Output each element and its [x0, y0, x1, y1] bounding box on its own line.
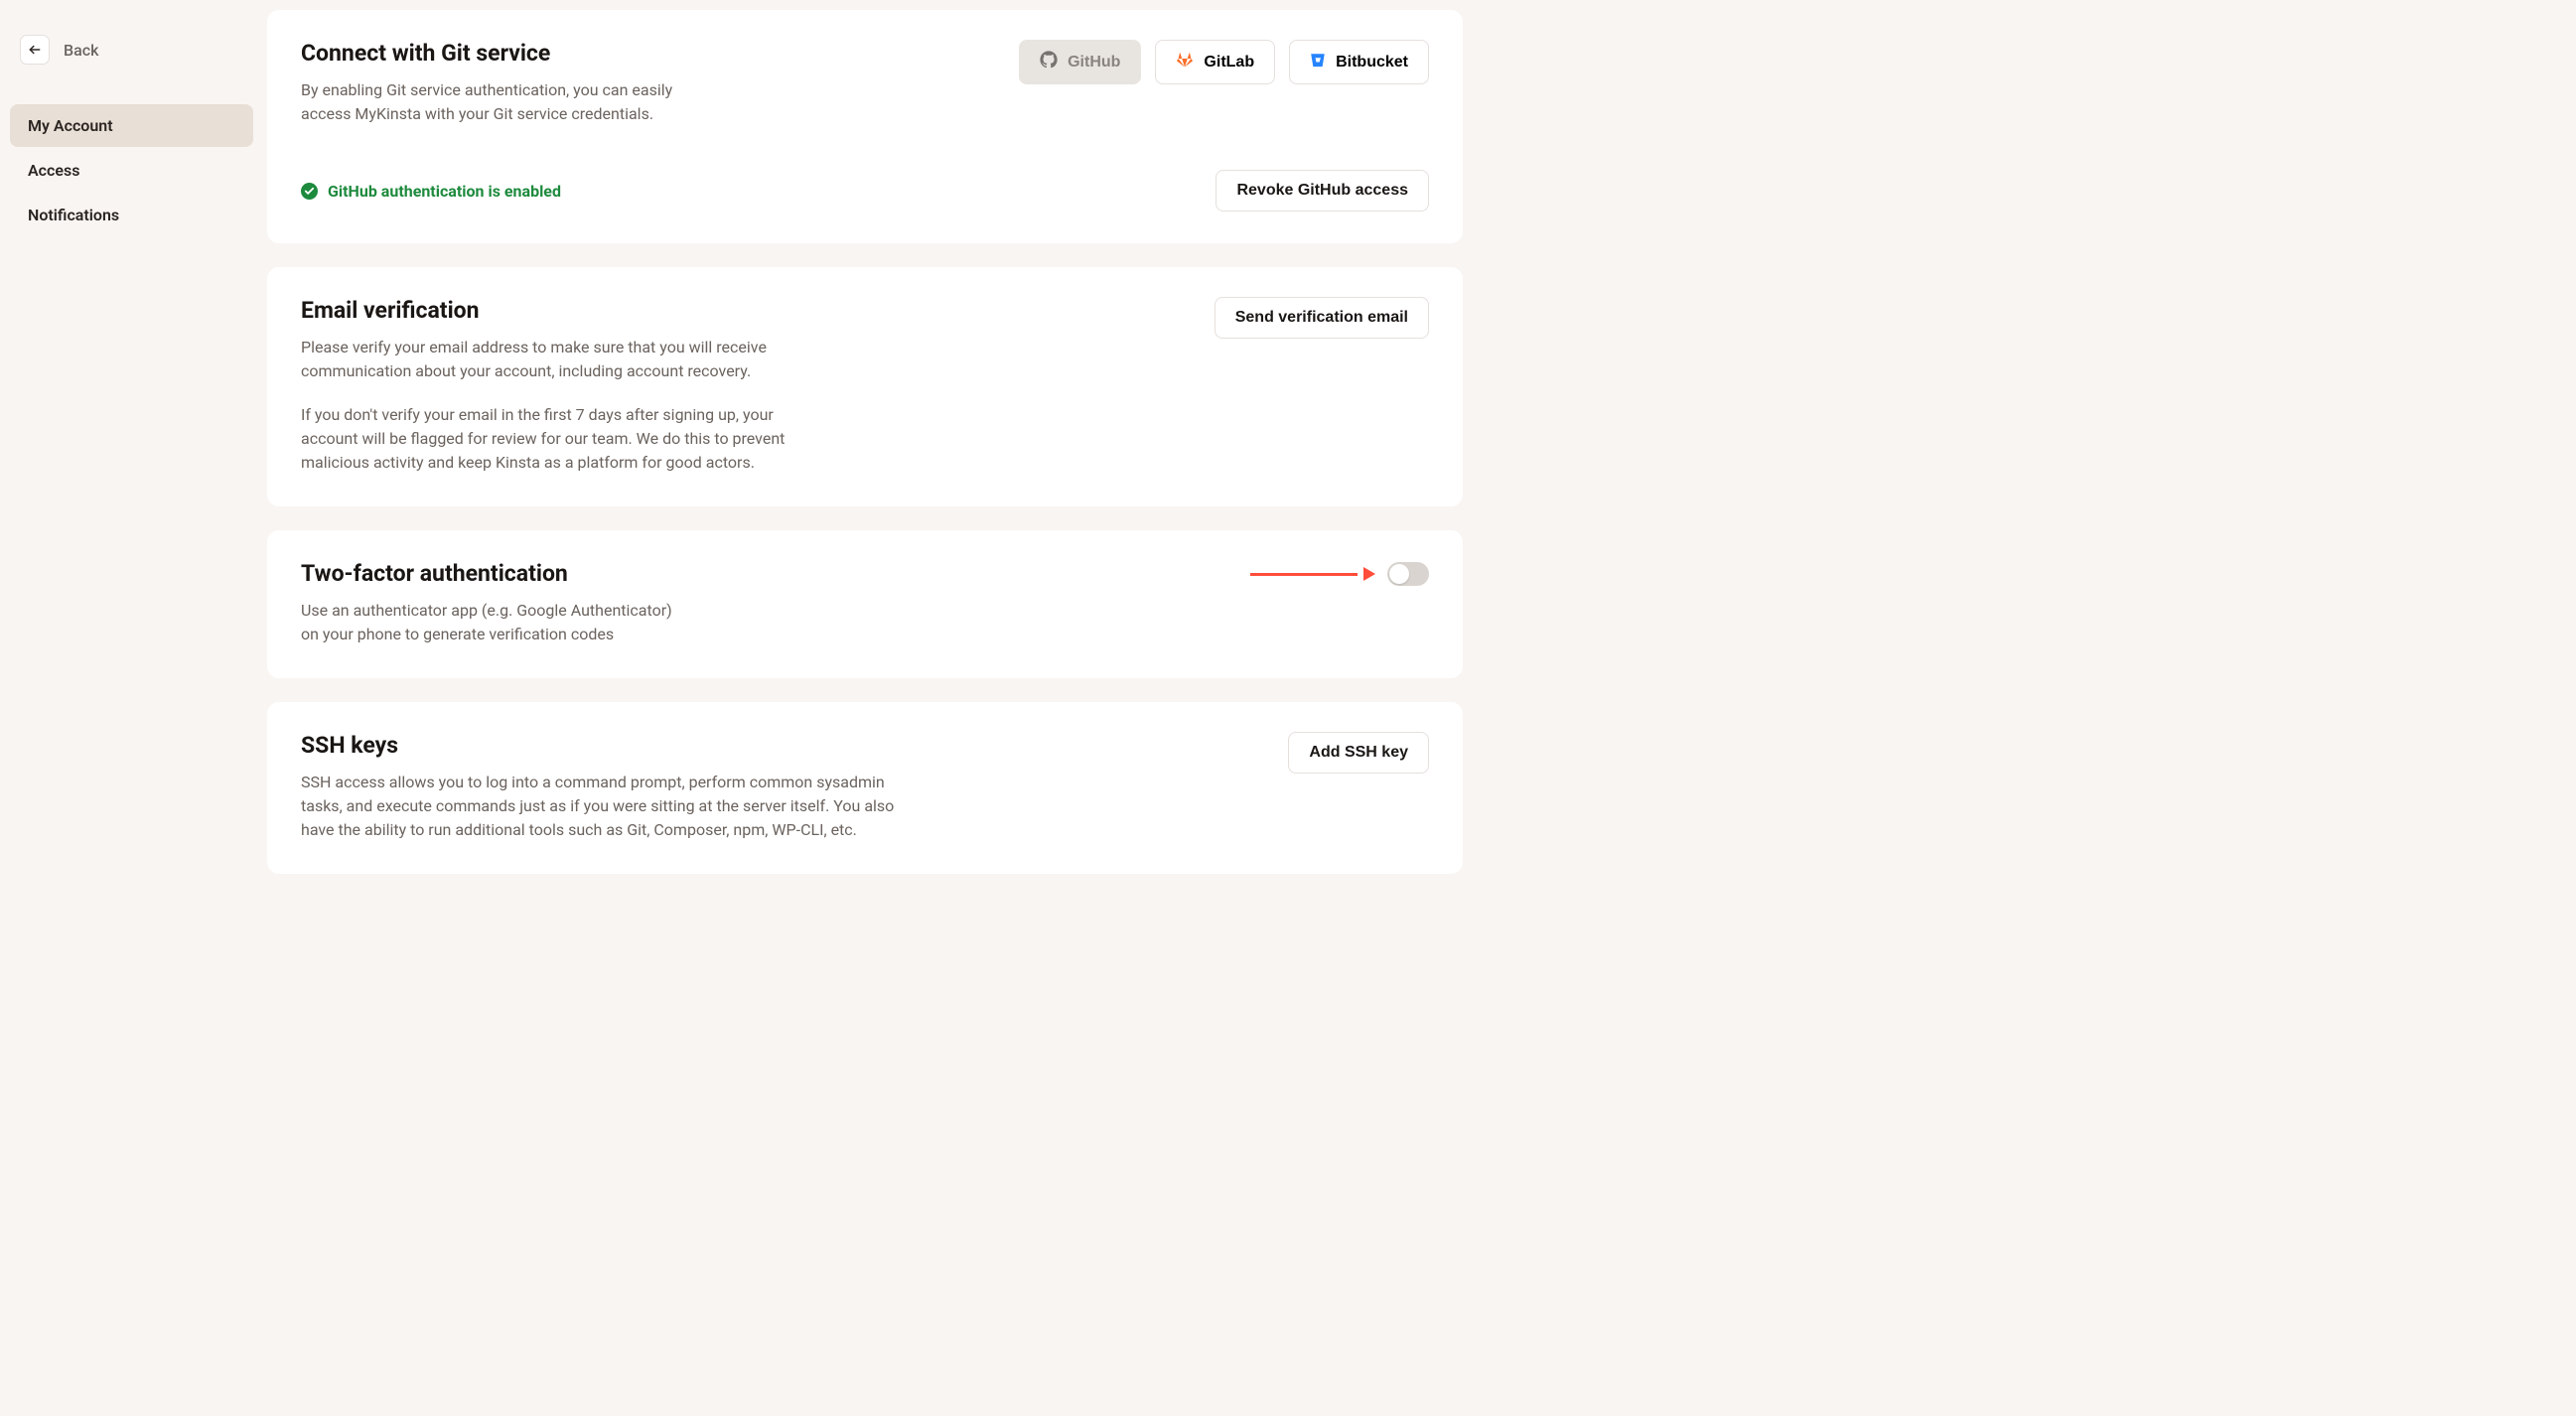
github-provider-button[interactable]: GitHub	[1019, 40, 1141, 84]
sidebar-item-access[interactable]: Access	[10, 149, 253, 192]
github-icon	[1040, 51, 1058, 73]
add-ssh-key-button[interactable]: Add SSH key	[1288, 732, 1429, 774]
toggle-knob-icon	[1389, 564, 1409, 584]
git-provider-group: GitHub GitLab Bitbucket	[1019, 40, 1429, 84]
email-card-description-2: If you don't verify your email in the fi…	[301, 403, 797, 475]
two-factor-toggle[interactable]	[1387, 562, 1429, 586]
github-provider-label: GitHub	[1068, 54, 1120, 71]
git-auth-status-text: GitHub authentication is enabled	[328, 182, 561, 201]
main-content: Connect with Git service By enabling Git…	[263, 0, 1475, 1416]
bitbucket-icon	[1310, 52, 1326, 72]
annotation-arrow-icon	[1250, 573, 1358, 576]
email-card-description-1: Please verify your email address to make…	[301, 336, 778, 383]
annotation-arrow-head-icon	[1363, 567, 1375, 581]
two-factor-description: Use an authenticator app (e.g. Google Au…	[301, 599, 678, 646]
sidebar-item-notifications[interactable]: Notifications	[10, 194, 253, 236]
git-card-title: Connect with Git service	[301, 40, 678, 67]
ssh-card-description: SSH access allows you to log into a comm…	[301, 771, 897, 842]
two-factor-card: Two-factor authentication Use an authent…	[267, 530, 1463, 678]
sidebar: Back My Account Access Notifications	[0, 0, 263, 1416]
git-service-card: Connect with Git service By enabling Git…	[267, 10, 1463, 243]
back-label[interactable]: Back	[64, 41, 98, 60]
ssh-card-title: SSH keys	[301, 732, 897, 759]
ssh-keys-card: SSH keys SSH access allows you to log in…	[267, 702, 1463, 874]
bitbucket-provider-button[interactable]: Bitbucket	[1289, 40, 1429, 84]
gitlab-provider-label: GitLab	[1204, 54, 1254, 71]
bitbucket-provider-label: Bitbucket	[1336, 54, 1408, 71]
back-link[interactable]: Back	[10, 35, 253, 104]
two-factor-title: Two-factor authentication	[301, 560, 678, 587]
send-verification-email-button[interactable]: Send verification email	[1215, 297, 1429, 339]
gitlab-icon	[1176, 51, 1194, 73]
email-verification-card: Email verification Please verify your em…	[267, 267, 1463, 506]
back-icon[interactable]	[20, 35, 50, 65]
git-auth-status: GitHub authentication is enabled	[301, 182, 561, 201]
email-card-title: Email verification	[301, 297, 797, 324]
git-card-description: By enabling Git service authentication, …	[301, 78, 678, 126]
gitlab-provider-button[interactable]: GitLab	[1155, 40, 1275, 84]
check-circle-icon	[301, 183, 318, 200]
sidebar-item-my-account[interactable]: My Account	[10, 104, 253, 147]
revoke-github-button[interactable]: Revoke GitHub access	[1216, 170, 1429, 212]
